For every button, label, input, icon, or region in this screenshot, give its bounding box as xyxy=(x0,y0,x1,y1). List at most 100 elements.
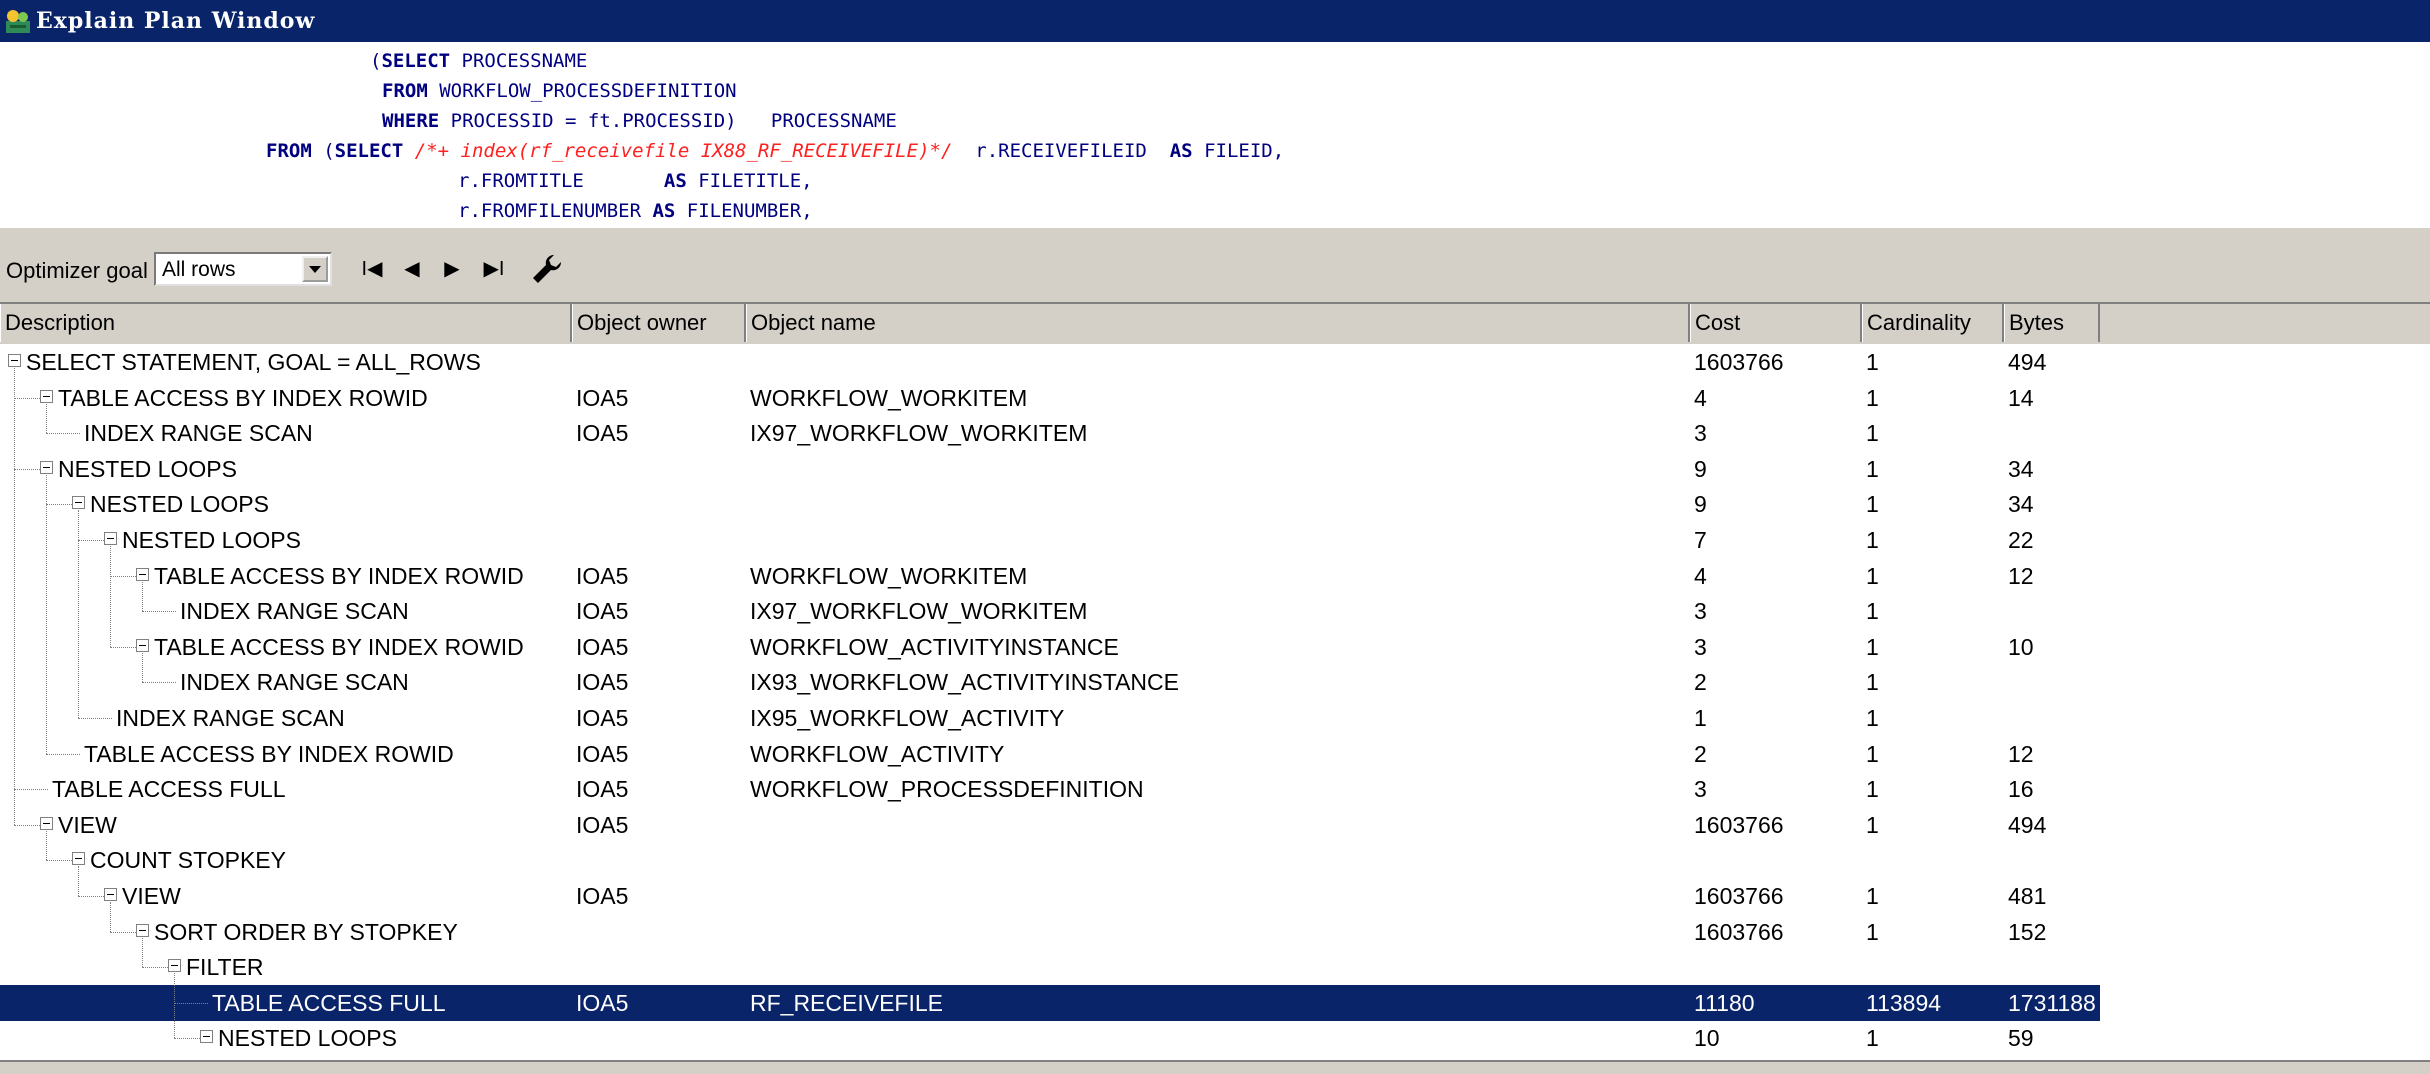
collapse-toggle-icon[interactable] xyxy=(168,959,181,972)
tree-connector xyxy=(46,504,72,505)
object-name-cell: WORKFLOW_WORKITEM xyxy=(750,563,1028,589)
collapse-toggle-icon[interactable] xyxy=(40,461,53,474)
cardinality-cell: 1 xyxy=(1866,420,1879,446)
column-header-object-owner[interactable]: Object owner xyxy=(572,304,746,342)
cardinality-cell: 1 xyxy=(1866,385,1879,411)
optimizer-goal-select[interactable]: All rows xyxy=(154,252,332,286)
collapse-toggle-icon[interactable] xyxy=(200,1030,213,1043)
bytes-cell: 12 xyxy=(2008,563,2034,589)
next-step-button[interactable]: ▶ xyxy=(436,254,468,284)
plan-row[interactable]: SORT ORDER BY STOPKEY 1603766 1 152 xyxy=(0,914,2100,950)
cardinality-cell: 1 xyxy=(1866,919,1879,945)
first-step-button[interactable]: I◀ xyxy=(356,254,388,284)
plan-row[interactable]: NESTED LOOPS 9 1 34 xyxy=(0,451,2100,487)
collapse-toggle-icon[interactable] xyxy=(40,390,53,403)
sql-line: FROM (SELECT /*+ index(rf_receivefile IX… xyxy=(266,136,1284,166)
plan-row[interactable]: TABLE ACCESS BY INDEX ROWID IOA5 WORKFLOW_… xyxy=(0,629,2100,665)
tree-connector xyxy=(110,576,136,577)
sql-line: FROM WORKFLOW_PROCESSDEFINITION xyxy=(382,76,737,106)
cost-cell: 1603766 xyxy=(1694,883,1784,909)
chevron-down-icon[interactable] xyxy=(302,256,328,282)
tree-connector xyxy=(14,469,40,470)
operation-description: COUNT STOPKEY xyxy=(90,847,286,873)
sql-line: r.FROMTITLE AS FILETITLE, xyxy=(458,166,813,196)
wrench-icon[interactable] xyxy=(530,252,564,286)
tree-connector xyxy=(46,831,47,860)
collapse-toggle-icon[interactable] xyxy=(40,817,53,830)
column-header-object-name[interactable]: Object name xyxy=(746,304,1690,342)
cost-cell: 2 xyxy=(1694,741,1707,767)
tree-connector xyxy=(14,398,40,399)
tree-connector xyxy=(142,967,168,968)
previous-step-button[interactable]: ◀ xyxy=(396,254,428,284)
column-header-cardinality[interactable]: Cardinality xyxy=(1862,304,2004,342)
collapse-toggle-icon[interactable] xyxy=(8,354,21,367)
operation-description: TABLE ACCESS BY INDEX ROWID xyxy=(58,385,428,411)
cost-cell: 7 xyxy=(1694,527,1707,553)
collapse-toggle-icon[interactable] xyxy=(72,852,85,865)
collapse-toggle-icon[interactable] xyxy=(136,568,149,581)
tree-connector xyxy=(142,653,143,682)
cardinality-cell: 1 xyxy=(1866,705,1879,731)
tree-connector xyxy=(142,611,176,612)
tree-connector xyxy=(174,1038,200,1039)
plan-row[interactable]: TABLE ACCESS BY INDEX ROWID IOA5 WORKFLOW_… xyxy=(0,380,2100,416)
tree-connector xyxy=(46,860,72,861)
collapse-toggle-icon[interactable] xyxy=(104,888,117,901)
tree-connector xyxy=(78,866,79,896)
collapse-toggle-icon[interactable] xyxy=(136,924,149,937)
plan-row[interactable]: TABLE ACCESS FULL IOA5 RF_RECEIVEFILE 11180… xyxy=(0,985,2100,1021)
collapse-toggle-icon[interactable] xyxy=(136,639,149,652)
bytes-cell: 494 xyxy=(2008,349,2047,375)
plan-row[interactable]: NESTED LOOPS 7 1 22 xyxy=(0,522,2100,558)
plan-row[interactable]: TABLE ACCESS BY INDEX ROWID IOA5 WORKFLOW_… xyxy=(0,736,2100,772)
plan-row[interactable]: INDEX RANGE SCAN IOA5 IX97_WORKFLOW_WORKIT… xyxy=(0,593,2100,629)
sql-text: FILENUMBER, xyxy=(675,200,813,222)
column-header-description[interactable]: Description xyxy=(0,304,572,342)
sql-text: PROCESSNAME xyxy=(450,50,588,72)
object-owner-cell: IOA5 xyxy=(576,705,629,731)
object-owner-cell: IOA5 xyxy=(576,741,629,767)
plan-row[interactable]: SELECT STATEMENT, GOAL = ALL_ROWS 1603766… xyxy=(0,344,2100,380)
sql-keyword: WHERE xyxy=(382,110,440,132)
cost-cell: 3 xyxy=(1694,776,1707,802)
column-header-bytes[interactable]: Bytes xyxy=(2004,304,2100,342)
plan-row[interactable]: COUNT STOPKEY xyxy=(0,842,2100,878)
tree-connector xyxy=(110,902,111,932)
cost-cell: 4 xyxy=(1694,563,1707,589)
tree-connector xyxy=(142,938,143,967)
plan-tree: SELECT STATEMENT, GOAL = ALL_ROWS 1603766… xyxy=(0,344,2430,1060)
plan-row[interactable]: NESTED LOOPS 10 1 59 xyxy=(0,1020,2100,1056)
plan-row[interactable]: NESTED LOOPS 9 1 34 xyxy=(0,486,2100,522)
cost-cell: 9 xyxy=(1694,456,1707,482)
plan-row[interactable]: INDEX RANGE SCAN IOA5 IX97_WORKFLOW_WORKIT… xyxy=(0,415,2100,451)
sql-text: r.FROMFILENUMBER xyxy=(458,200,653,222)
cardinality-cell: 1 xyxy=(1866,456,1879,482)
object-name-cell: IX93_WORKFLOW_ACTIVITYINSTANCE xyxy=(750,669,1179,695)
bytes-cell: 12 xyxy=(2008,741,2034,767)
sql-text-pane[interactable]: (SELECT PROCESSNAME FROM WORKFLOW_PROCESS… xyxy=(0,42,2430,228)
plan-row[interactable]: FILTER xyxy=(0,949,2100,985)
column-header-cost[interactable]: Cost xyxy=(1690,304,1862,342)
collapse-toggle-icon[interactable] xyxy=(72,496,85,509)
cardinality-cell: 1 xyxy=(1866,669,1879,695)
collapse-toggle-icon[interactable] xyxy=(104,532,117,545)
bytes-cell: 59 xyxy=(2008,1025,2034,1051)
tree-connector xyxy=(110,647,136,648)
title-bar: Explain Plan Window xyxy=(0,0,2430,42)
tree-connector xyxy=(46,754,80,755)
plan-row[interactable]: INDEX RANGE SCAN IOA5 IX93_WORKFLOW_ACTIVI… xyxy=(0,664,2100,700)
cardinality-cell: 113894 xyxy=(1866,990,1942,1016)
bytes-cell: 481 xyxy=(2008,883,2047,909)
sql-line: r.FROMFILENUMBER AS FILENUMBER, xyxy=(458,196,813,226)
object-owner-cell: IOA5 xyxy=(576,812,629,838)
plan-row[interactable]: INDEX RANGE SCAN IOA5 IX95_WORKFLOW_ACTIVI… xyxy=(0,700,2100,736)
sql-keyword: FROM xyxy=(382,80,428,102)
operation-description: FILTER xyxy=(186,954,264,980)
sql-text: ( xyxy=(311,140,335,162)
plan-row[interactable]: VIEW IOA5 1603766 1 494 xyxy=(0,807,2100,843)
plan-row[interactable]: TABLE ACCESS BY INDEX ROWID IOA5 WORKFLOW_… xyxy=(0,558,2100,594)
plan-row[interactable]: TABLE ACCESS FULL IOA5 WORKFLOW_PROCESSDEF… xyxy=(0,771,2100,807)
last-step-button[interactable]: ▶I xyxy=(478,254,510,284)
plan-row[interactable]: VIEW IOA5 1603766 1 481 xyxy=(0,878,2100,914)
